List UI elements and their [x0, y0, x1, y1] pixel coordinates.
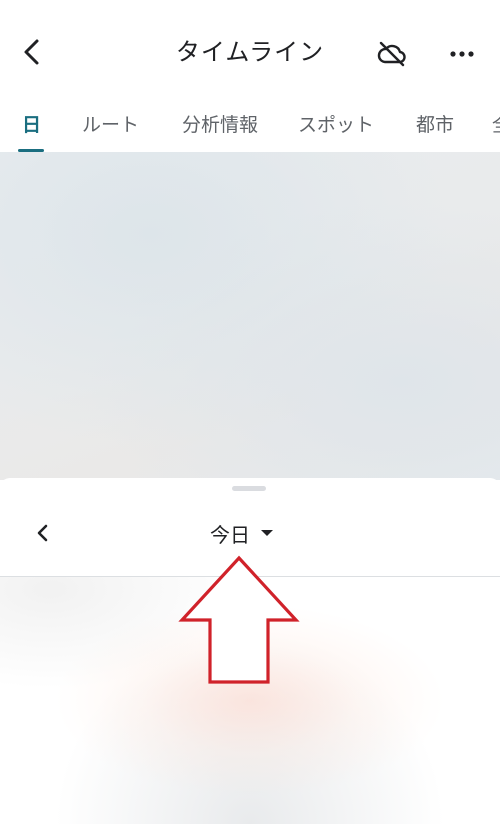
caret-down-icon [261, 530, 273, 536]
cloud-off-icon [377, 41, 406, 67]
cloud-backup-button[interactable] [374, 36, 410, 72]
tab-cities[interactable]: 都市 [416, 110, 454, 150]
arrow-up-annotation-icon [178, 555, 300, 684]
map-view[interactable] [0, 152, 500, 480]
chevron-left-icon [37, 524, 48, 542]
more-horizontal-icon [450, 51, 474, 57]
tab-insights[interactable]: 分析情報 [182, 110, 258, 150]
drag-handle[interactable] [232, 486, 266, 491]
page-title: タイムライン [175, 38, 325, 66]
more-options-button[interactable] [444, 36, 480, 72]
tab-bar: 日 ルート 分析情報 スポット 都市 全 [0, 100, 500, 152]
date-selector[interactable]: 今日 [210, 518, 274, 548]
date-label: 今日 [210, 522, 250, 547]
app-bar: タイムライン [0, 0, 500, 100]
previous-day-button[interactable] [28, 518, 56, 548]
tab-world[interactable]: 全 [492, 110, 500, 150]
tab-routes[interactable]: ルート [82, 110, 139, 150]
tab-places[interactable]: スポット [298, 110, 374, 150]
tab-day[interactable]: 日 [22, 110, 41, 150]
